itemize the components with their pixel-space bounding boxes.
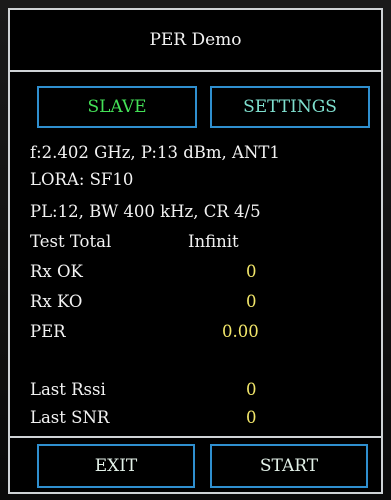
settings-button[interactable]: SETTINGS (210, 86, 370, 128)
test-total-label: Test Total (30, 232, 112, 251)
lora-spreading-factor-line: LORA: SF10 (30, 170, 134, 189)
rx-ok-label: Rx OK (30, 262, 83, 281)
rx-ok-value: 0 (246, 262, 257, 281)
slave-button[interactable]: SLAVE (37, 86, 197, 128)
bottom-divider (10, 436, 381, 438)
page-title: PER Demo (149, 30, 242, 50)
last-snr-label: Last SNR (30, 408, 110, 427)
last-rssi-label: Last Rssi (30, 380, 106, 399)
per-label: PER (30, 322, 66, 341)
exit-button[interactable]: EXIT (37, 444, 195, 488)
title-divider (10, 70, 381, 72)
rx-ko-label: Rx KO (30, 292, 83, 311)
last-snr-value: 0 (246, 408, 257, 427)
payload-bandwidth-coding-line: PL:12, BW 400 kHz, CR 4/5 (30, 202, 261, 221)
lcd-screen: PER Demo SLAVE SETTINGS f:2.402 GHz, P:1… (8, 8, 383, 494)
rx-ko-value: 0 (246, 292, 257, 311)
frequency-power-antenna-line: f:2.402 GHz, P:13 dBm, ANT1 (30, 143, 280, 162)
last-rssi-value: 0 (246, 380, 257, 399)
per-value: 0.00 (222, 322, 259, 341)
start-button[interactable]: START (210, 444, 368, 488)
test-total-value: Infinit (188, 232, 239, 251)
